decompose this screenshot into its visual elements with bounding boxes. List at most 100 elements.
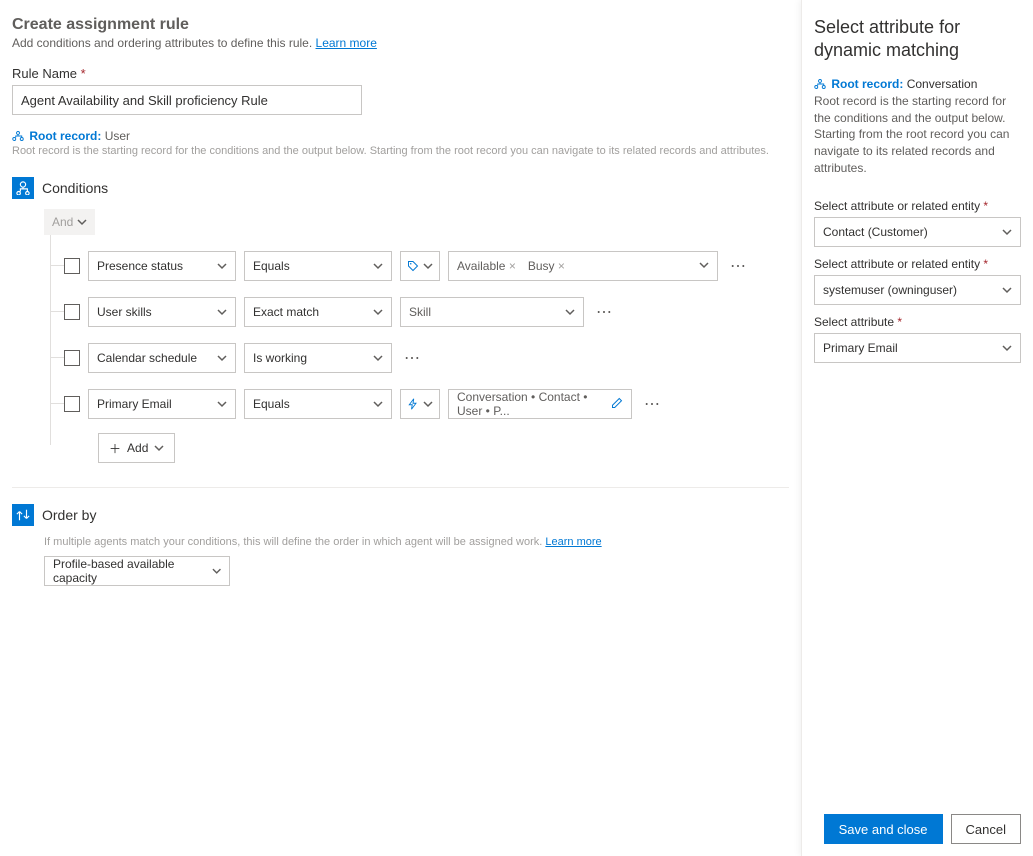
field-value: Primary Email <box>97 397 172 411</box>
value-tags[interactable]: Available × Busy × <box>448 251 718 281</box>
chevron-down-icon <box>699 260 709 270</box>
conditions-header: Conditions <box>12 177 789 199</box>
value-type-dropdown[interactable] <box>400 251 440 281</box>
side-f1-label: Select attribute or related entity <box>814 199 1021 213</box>
chevron-down-icon <box>217 307 227 317</box>
operator-dropdown[interactable]: Equals <box>244 251 392 281</box>
side-panel: Select attribute for dynamic matching Ro… <box>801 0 1033 856</box>
row-checkbox[interactable] <box>64 304 80 320</box>
subtitle-text: Add conditions and ordering attributes t… <box>12 36 312 50</box>
tag-icon <box>407 260 419 272</box>
conditions-title: Conditions <box>42 180 108 196</box>
conditions-area: And Presence status Equals <box>12 209 789 463</box>
side-f3-value: Primary Email <box>823 341 898 355</box>
chevron-down-icon <box>217 353 227 363</box>
page-title: Create assignment rule <box>12 16 789 34</box>
hierarchy-icon <box>12 130 24 142</box>
orderby-desc: If multiple agents match your conditions… <box>44 536 789 548</box>
side-f2-dropdown[interactable]: systemuser (owninguser) <box>814 275 1021 305</box>
row-more-icon[interactable]: ⋯ <box>592 302 618 322</box>
field-dropdown[interactable]: Calendar schedule <box>88 343 236 373</box>
field-value: Calendar schedule <box>97 351 197 365</box>
operator-dropdown[interactable]: Is working <box>244 343 392 373</box>
pencil-icon[interactable] <box>611 397 623 412</box>
side-f2-label: Select attribute or related entity <box>814 257 1021 271</box>
chevron-down-icon <box>1002 343 1012 353</box>
side-root-record: Root record: Conversation <box>814 77 1021 91</box>
chevron-down-icon <box>373 307 383 317</box>
row-checkbox[interactable] <box>64 396 80 412</box>
lookup-value: Skill <box>409 305 431 319</box>
chevron-down-icon <box>1002 285 1012 295</box>
learn-more-link[interactable]: Learn more <box>316 36 377 50</box>
operator-value: Equals <box>253 259 290 273</box>
chevron-down-icon <box>1002 227 1012 237</box>
root-record-value: User <box>105 129 130 143</box>
group-operator-label: And <box>52 215 73 229</box>
root-record-line: Root record: User <box>12 129 789 143</box>
condition-row: User skills Exact match Skill ⋯ <box>64 289 789 335</box>
remove-tag-icon[interactable]: × <box>558 259 565 273</box>
operator-value: Exact match <box>253 305 319 319</box>
dynamic-value: Conversation • Contact • User • P... <box>457 390 611 418</box>
condition-row: Presence status Equals Available × Busy … <box>64 243 789 289</box>
cancel-button[interactable]: Cancel <box>951 814 1021 844</box>
operator-dropdown[interactable]: Exact match <box>244 297 392 327</box>
side-f2-value: systemuser (owninguser) <box>823 283 957 297</box>
chevron-down-icon <box>423 399 433 409</box>
row-more-icon[interactable]: ⋯ <box>726 256 752 276</box>
operator-dropdown[interactable]: Equals <box>244 389 392 419</box>
add-condition-button[interactable]: ＋ Add <box>98 433 175 463</box>
plus-icon: ＋ <box>109 440 121 457</box>
value-dynamic[interactable]: Conversation • Contact • User • P... <box>448 389 632 419</box>
orderby-value: Profile-based available capacity <box>53 557 212 585</box>
chevron-down-icon <box>217 261 227 271</box>
row-checkbox[interactable] <box>64 350 80 366</box>
remove-tag-icon[interactable]: × <box>509 259 516 273</box>
orderby-learn-more[interactable]: Learn more <box>545 536 601 548</box>
chevron-down-icon <box>565 307 575 317</box>
side-title: Select attribute for dynamic matching <box>814 16 1021 63</box>
orderby-title: Order by <box>42 507 96 523</box>
value-lookup[interactable]: Skill <box>400 297 584 327</box>
field-dropdown[interactable]: User skills <box>88 297 236 327</box>
condition-row: Primary Email Equals Conversation • Cont… <box>64 381 789 427</box>
operator-value: Equals <box>253 397 290 411</box>
side-f3-label: Select attribute <box>814 315 1021 329</box>
rule-name-input[interactable] <box>12 85 362 115</box>
chevron-down-icon <box>154 443 164 453</box>
orderby-dropdown[interactable]: Profile-based available capacity <box>44 556 230 586</box>
row-more-icon[interactable]: ⋯ <box>640 394 666 414</box>
field-dropdown[interactable]: Primary Email <box>88 389 236 419</box>
group-operator[interactable]: And <box>44 209 95 235</box>
tag: Available × <box>457 259 516 273</box>
rule-name-label: Rule Name <box>12 66 789 81</box>
tag: Busy × <box>528 259 565 273</box>
page-subtitle: Add conditions and ordering attributes t… <box>12 36 789 50</box>
row-checkbox[interactable] <box>64 258 80 274</box>
chevron-down-icon <box>373 399 383 409</box>
conditions-tree: Presence status Equals Available × Busy … <box>44 243 789 463</box>
field-value: User skills <box>97 305 152 319</box>
side-f3-dropdown[interactable]: Primary Email <box>814 333 1021 363</box>
root-record-help: Root record is the starting record for t… <box>12 145 789 157</box>
side-f1-dropdown[interactable]: Contact (Customer) <box>814 217 1021 247</box>
value-type-dropdown[interactable] <box>400 389 440 419</box>
row-more-icon[interactable]: ⋯ <box>400 348 426 368</box>
field-dropdown[interactable]: Presence status <box>88 251 236 281</box>
section-divider <box>12 487 789 488</box>
side-root-value: Conversation <box>907 77 978 91</box>
chevron-down-icon <box>423 261 433 271</box>
operator-value: Is working <box>253 351 307 365</box>
conditions-icon <box>12 177 34 199</box>
save-and-close-button[interactable]: Save and close <box>824 814 943 844</box>
chevron-down-icon <box>212 566 221 576</box>
chevron-down-icon <box>373 261 383 271</box>
field-value: Presence status <box>97 259 183 273</box>
add-label: Add <box>127 441 148 455</box>
hierarchy-icon <box>814 78 826 90</box>
chevron-down-icon <box>217 399 227 409</box>
orderby-header: Order by <box>12 504 789 526</box>
chevron-down-icon <box>77 217 87 227</box>
chevron-down-icon <box>373 353 383 363</box>
